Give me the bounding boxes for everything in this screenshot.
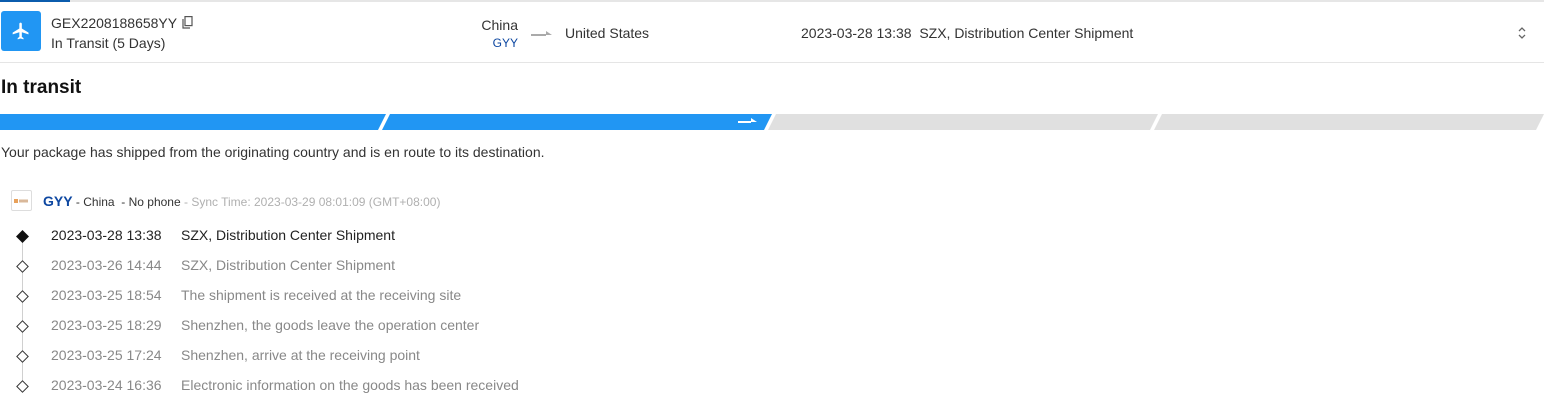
progress-bar <box>0 114 1544 130</box>
event-description: Shenzhen, the goods leave the operation … <box>181 317 480 333</box>
event-time: 2023-03-25 18:29 <box>51 317 162 333</box>
timeline-event: 2023-03-28 13:38 SZX, Distribution Cente… <box>0 225 900 255</box>
timeline-dot-icon <box>16 320 29 333</box>
event-time: 2023-03-25 17:24 <box>51 347 162 363</box>
sync-time: - Sync Time: 2023-03-29 08:01:09 (GMT+08… <box>183 195 441 209</box>
progress-segment-pending <box>768 114 1158 130</box>
progress-segment-pending <box>1154 114 1544 130</box>
progress-segment-complete <box>0 114 386 130</box>
collapse-icon[interactable] <box>1517 26 1527 44</box>
transit-status: In Transit (5 Days) <box>51 35 166 51</box>
stage-description: Your package has shipped from the origin… <box>1 144 545 160</box>
timeline-event: 2023-03-24 16:36 Electronic information … <box>0 375 900 405</box>
provider-name[interactable]: GYY <box>43 193 73 209</box>
event-time: 2023-03-28 13:38 <box>51 227 162 243</box>
tracking-number[interactable]: GEX2208188658YY <box>51 15 177 31</box>
event-time: 2023-03-25 18:54 <box>51 287 162 303</box>
timeline-event: 2023-03-25 18:54 The shipment is receive… <box>0 285 900 315</box>
event-description: Electronic information on the goods has … <box>181 377 519 393</box>
copy-icon[interactable] <box>182 16 193 34</box>
provider-info: GYY - China - No phone - Sync Time: 2023… <box>43 193 440 209</box>
latest-event: 2023-03-28 13:38 SZX, Distribution Cente… <box>801 25 1134 41</box>
origin-code: GYY <box>492 36 518 50</box>
destination-country: United States <box>565 25 650 41</box>
carrier-badge <box>1 11 41 51</box>
event-time: 2023-03-24 16:36 <box>51 377 162 393</box>
stage-title: In transit <box>1 77 82 98</box>
provider-country: - China <box>72 195 118 209</box>
timeline-dot-icon <box>16 380 29 393</box>
origin-country: China <box>481 17 518 33</box>
event-description: SZX, Distribution Center Shipment <box>181 257 395 273</box>
timeline-dot-icon <box>16 260 29 273</box>
timeline-dot-icon <box>16 290 29 303</box>
airplane-icon <box>12 22 29 40</box>
timeline-event: 2023-03-25 17:24 Shenzhen, arrive at the… <box>0 345 900 375</box>
timeline-event: 2023-03-25 18:29 Shenzhen, the goods lea… <box>0 315 900 345</box>
event-description: The shipment is received at the receivin… <box>181 287 462 303</box>
event-description: SZX, Distribution Center Shipment <box>181 227 395 243</box>
progress-segment-complete <box>382 114 772 130</box>
provider-phone: - No phone <box>117 195 184 209</box>
timeline-dot-icon <box>16 230 29 243</box>
arrow-right-icon <box>531 27 553 45</box>
carrier-logo <box>11 190 32 211</box>
timeline-event: 2023-03-26 14:44 SZX, Distribution Cente… <box>0 255 900 285</box>
event-time: 2023-03-26 14:44 <box>51 257 162 273</box>
shipment-header[interactable]: GEX2208188658YY In Transit (5 Days) Chin… <box>0 2 1544 63</box>
timeline-dot-icon <box>16 350 29 363</box>
event-description: Shenzhen, arrive at the receiving point <box>181 347 420 363</box>
